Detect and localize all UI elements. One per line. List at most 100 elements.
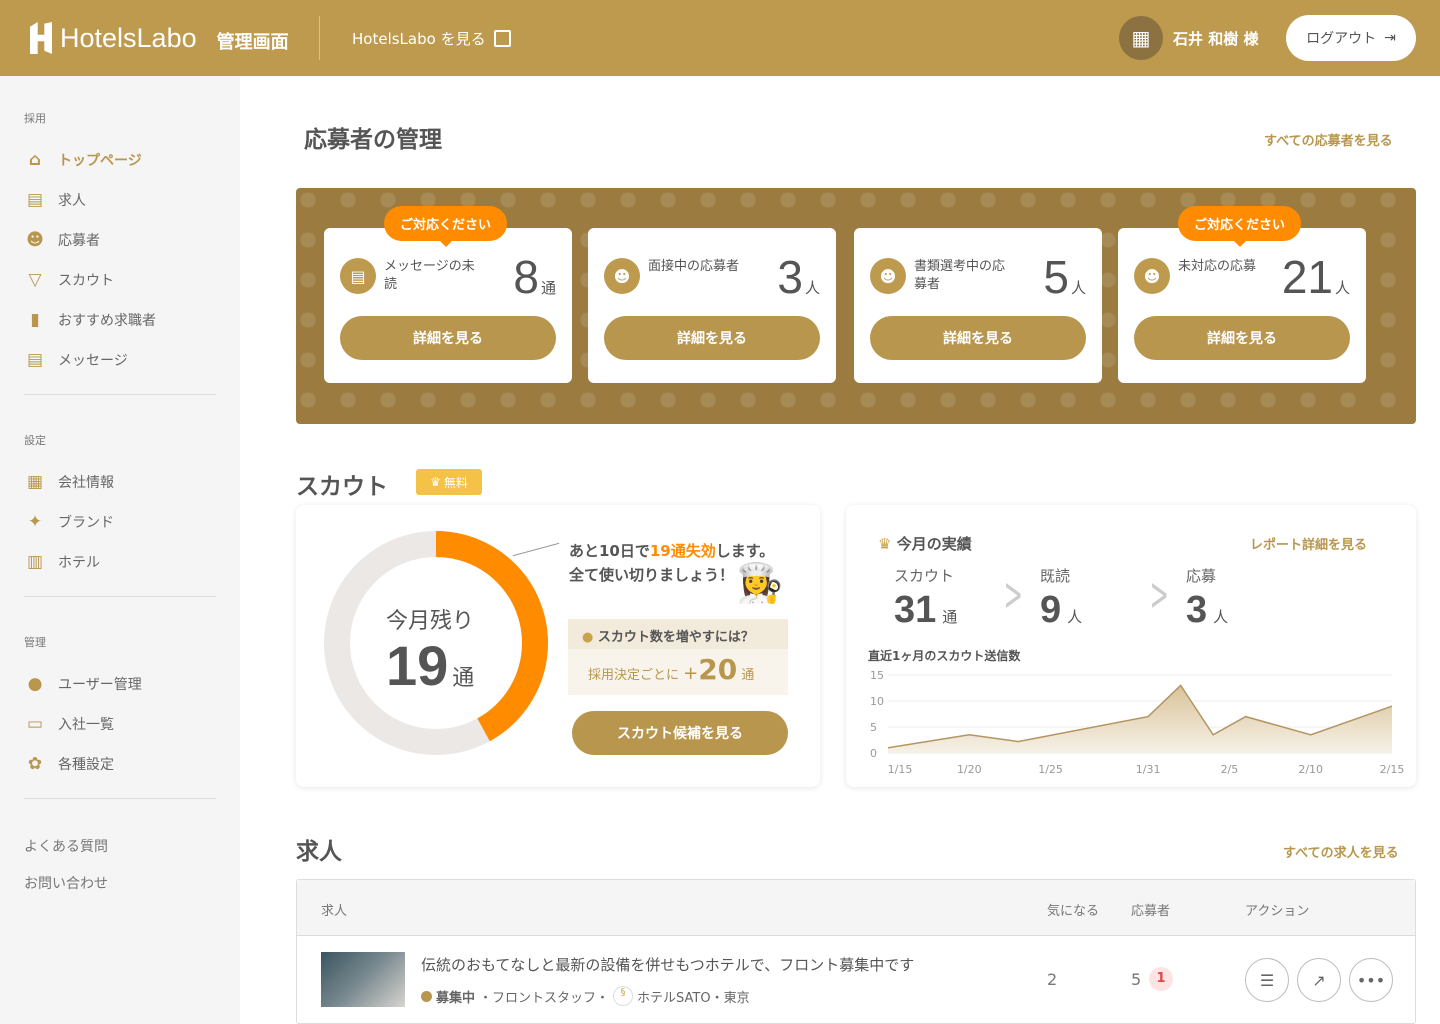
card-detail-button[interactable]: 詳細を見る	[1134, 316, 1350, 360]
scout-sent-chart: 0 5 10 15 1/15 1/20 1/25 1/31 2/5 2/10 2/15	[870, 669, 1405, 776]
divider	[319, 16, 320, 60]
sidebar-item[interactable]: ▥ ホテル	[24, 552, 100, 572]
lightbulb-icon: ●	[582, 630, 594, 645]
remaining-count: 19 通	[386, 633, 474, 698]
message-icon: ▤	[26, 350, 44, 370]
chef-illustration-icon: 👩‍🍳	[736, 561, 784, 605]
x-tick-label: 2/15	[1380, 763, 1405, 776]
sidebar-item-label: ブランド	[58, 515, 114, 531]
logout-label: ログアウト	[1306, 31, 1377, 47]
job-title[interactable]: 伝統のおもてなしと最新の設備を併せもつホテルで、フロント募集中です	[421, 954, 914, 975]
card-detail-button[interactable]: 詳細を見る	[870, 316, 1086, 360]
card-value: 3	[777, 251, 803, 303]
card-detail-button[interactable]: 詳細を見る	[604, 316, 820, 360]
monthly-results-panel: ♛ 今月の実績 レポート詳細を見る スカウト 31 通 > 既読 9 人 > 応募 3 人 直近1ヶ…	[846, 505, 1416, 787]
card-unit: 通	[540, 280, 556, 297]
card-value: 5	[1043, 251, 1069, 303]
view-all-jobs-link[interactable]: すべての求人を見る	[1283, 842, 1399, 861]
jobs-title: 求人	[296, 839, 342, 865]
remaining-label: 今月残り	[386, 609, 475, 634]
job-position: ・フロントスタッフ・	[479, 990, 610, 1006]
sidebar-item-label: ホテル	[58, 555, 100, 571]
folder-icon: ▭	[26, 714, 44, 734]
message-icon: ▤	[340, 258, 376, 294]
sidebar-item[interactable]: ▦ 会社情報	[24, 472, 114, 492]
scout-remaining-panel: 今月残り 19 通 あと10日で19通失効します。 全て使い切りましょう！ 👩‍🍳 …	[296, 505, 820, 787]
hotel-logo-icon: §	[613, 986, 634, 1006]
view-scout-candidates-button[interactable]: スカウト候補を見る	[572, 711, 788, 755]
message-button[interactable]: ☰	[1245, 958, 1289, 1002]
users-icon: ☻	[26, 230, 44, 250]
free-label: 無料	[443, 475, 468, 490]
sidebar-section-label: 設定	[24, 434, 46, 447]
page-title: 応募者の管理	[304, 127, 442, 153]
sidebar-item[interactable]: ● ユーザー管理	[24, 674, 142, 694]
sidebar-item[interactable]: ☻ 応募者	[24, 230, 100, 250]
tip-title-text: スカウト数を増やすには？	[597, 630, 754, 645]
notice-line2: 全て使い切りましょう！	[569, 566, 735, 584]
notice-pre: あと10日で	[569, 542, 650, 560]
x-tick-label: 2/5	[1221, 763, 1239, 776]
free-badge: ♛ 無料	[416, 469, 482, 495]
sidebar-item[interactable]: ▭ 入社一覧	[24, 714, 114, 734]
sidebar-footer-link[interactable]: よくある質問	[24, 836, 108, 856]
view-all-applicants-link[interactable]: すべての応募者を見る	[1264, 130, 1393, 149]
card-unit: 人	[1334, 280, 1350, 297]
tip-number: 20	[698, 653, 738, 686]
sidebar-footer-link[interactable]: お問い合わせ	[24, 873, 108, 893]
sidebar-item[interactable]: ▤ 求人	[24, 190, 86, 210]
y-tick-label: 10	[870, 695, 884, 708]
tip-text: 採用決定ごとに +20 通	[568, 649, 788, 690]
card-count: 8通	[513, 250, 556, 304]
x-tick-label: 2/10	[1298, 763, 1323, 776]
sidebar-section-label: 採用	[24, 112, 46, 125]
series-area	[888, 685, 1392, 753]
sidebar-section-label: 管理	[24, 636, 46, 649]
open-job-button[interactable]: ↗	[1297, 958, 1341, 1002]
applicant-card: ご対応ください ☻ 未対応の応募 21 人詳細を見る	[1118, 206, 1366, 383]
job-status: 募集中	[436, 990, 476, 1006]
card-value: 8	[513, 251, 539, 303]
applicant-summary-banner: ご対応ください ▤ メッセージの未読 8 通詳細を見る ☻ 面接中の応募者 3 人詳細を見る ☻ 書…	[296, 188, 1416, 424]
tip-title: ● スカウト数を増やすには？	[568, 619, 788, 649]
users-icon: ☻	[604, 258, 640, 294]
card-label: 未対応の応募	[1178, 259, 1257, 274]
sidebar-item[interactable]: ▤ メッセージ	[24, 350, 128, 370]
sidebar-item-label: 応募者	[58, 233, 100, 249]
card-count: 5人	[1043, 250, 1086, 304]
sidebar-item[interactable]: ▽ スカウト	[24, 270, 114, 290]
view-site-link[interactable]: HotelsLabo を見る	[352, 28, 511, 49]
sidebar-item-label: 各種設定	[58, 757, 114, 773]
status-dot-icon	[421, 990, 432, 1002]
logo[interactable]: HotelsLabo 管理画面	[30, 22, 289, 54]
sidebar-item[interactable]: ⌂ トップページ	[24, 150, 142, 170]
gear-icon: ✿	[27, 754, 43, 774]
logout-button[interactable]: ログアウト ⇥	[1286, 15, 1416, 61]
y-tick-label: 5	[870, 721, 877, 734]
more-actions-button[interactable]: •••	[1349, 958, 1393, 1002]
view-site-label: HotelsLabo を見る	[352, 30, 486, 48]
applicant-card: ☻ 面接中の応募者 3 人詳細を見る	[588, 228, 836, 383]
sidebar-item-label: 入社一覧	[58, 717, 114, 733]
notice-highlight: 19通失効	[649, 542, 716, 560]
sidebar-item[interactable]: ✿ 各種設定	[24, 754, 114, 774]
user-info[interactable]: ▦ 石井 和樹 様	[1119, 16, 1258, 60]
tip-plus: +	[683, 663, 699, 684]
header: HotelsLabo 管理画面 HotelsLabo を見る ▦ 石井 和樹 様 ロ…	[0, 0, 1440, 76]
tip-box: ● スカウト数を増やすには？ 採用決定ごとに +20 通	[568, 619, 788, 695]
action-required-badge: ご対応ください	[1178, 206, 1302, 247]
column-header-actions: アクション	[1245, 904, 1310, 919]
card-unit: 人	[1070, 280, 1086, 297]
action-required-badge: ご対応ください	[384, 206, 508, 247]
logo-mark-icon	[30, 22, 52, 54]
y-tick-label: 15	[870, 669, 884, 682]
building-icon: ▦	[26, 472, 44, 492]
hotel-icon: ▥	[26, 552, 44, 572]
card-label: 面接中の応募者	[648, 259, 740, 274]
sidebar-item[interactable]: ▮ おすすめ求職者	[24, 310, 156, 330]
job-hotel: ホテルSATO・東京	[637, 990, 750, 1006]
external-link-icon: ↗	[1312, 970, 1326, 990]
card-detail-button[interactable]: 詳細を見る	[340, 316, 556, 360]
sidebar-item[interactable]: ✦ ブランド	[24, 512, 114, 532]
users-icon: ☻	[870, 258, 906, 294]
